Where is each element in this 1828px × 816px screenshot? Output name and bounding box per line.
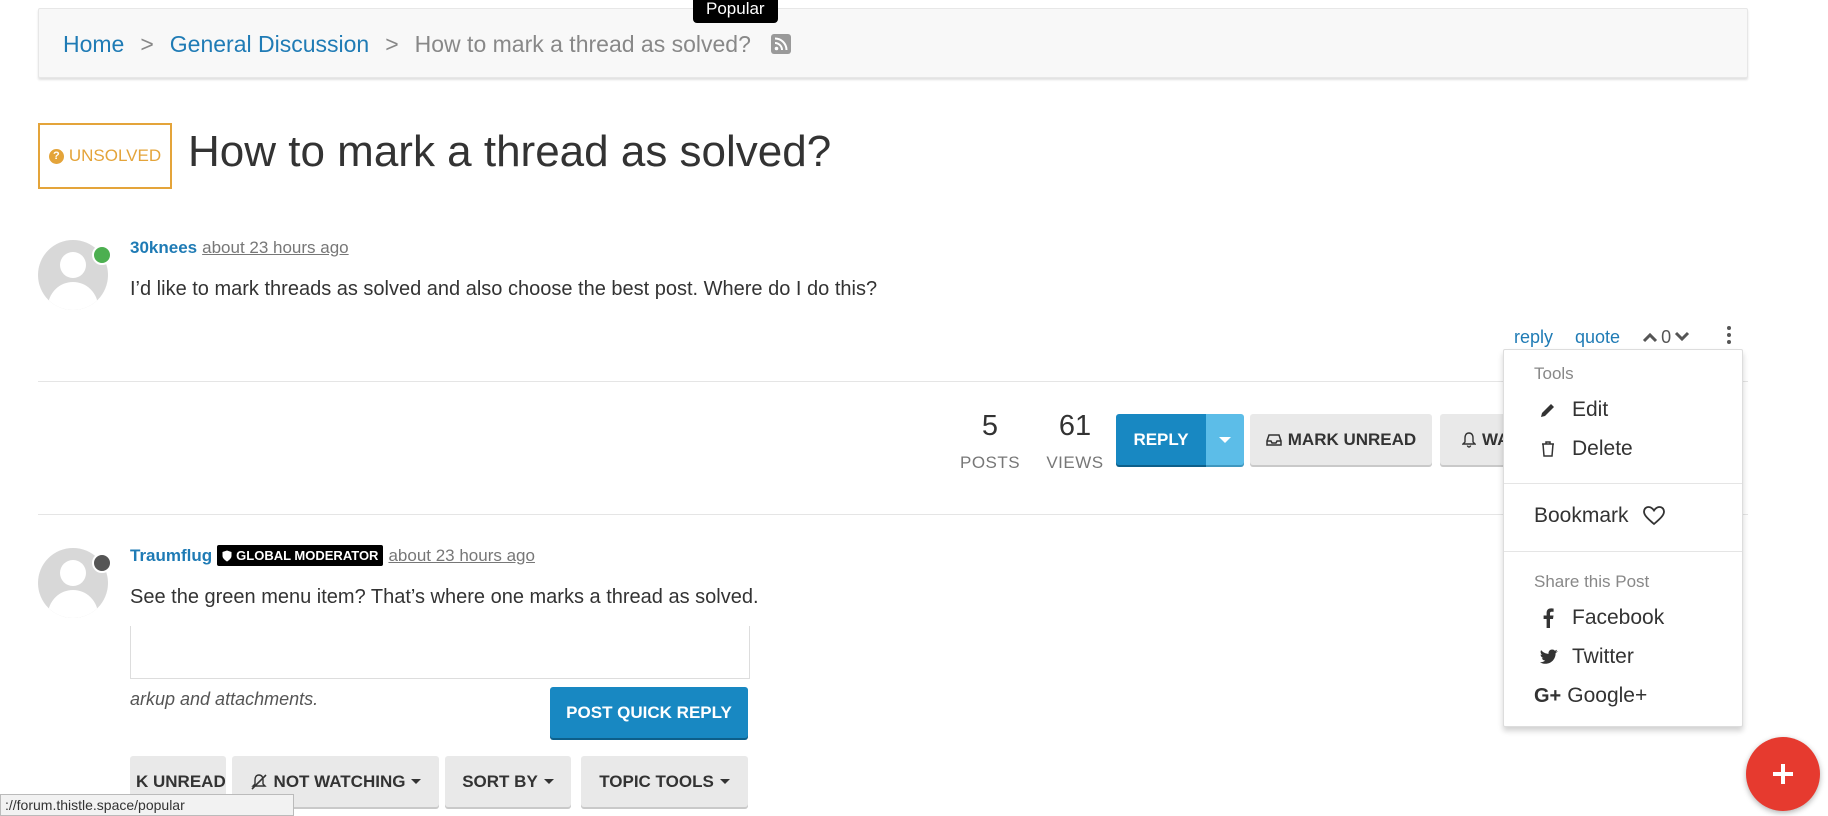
- topic-tools-label: TOPIC TOOLS: [599, 771, 714, 791]
- delete-label: Delete: [1572, 437, 1633, 460]
- global-moderator-badge: GLOBAL MODERATOR: [217, 545, 384, 566]
- tools-header: Tools: [1534, 364, 1574, 383]
- post-timestamp-link[interactable]: about 23 hours ago: [202, 238, 349, 258]
- shield-icon: [222, 550, 232, 561]
- composer-hint-text: arkup and attachments.: [130, 689, 319, 709]
- google-plus-label: Google+: [1567, 684, 1648, 707]
- chevron-down-icon: [411, 779, 422, 784]
- facebook-share-item[interactable]: Facebook: [1538, 606, 1664, 630]
- menu-divider: [1504, 551, 1742, 552]
- breadcrumb-current: How to mark a thread as solved?: [414, 30, 751, 57]
- post-header: Traumflug GLOBAL MODERATOR about 23 hour…: [130, 545, 535, 566]
- online-status-dot: [92, 245, 112, 265]
- popular-tooltip: Popular: [693, 0, 778, 23]
- views-label: VIEWS: [1046, 453, 1104, 472]
- views-stat: 61 VIEWS: [1040, 410, 1110, 473]
- menu-divider: [1504, 483, 1742, 484]
- post-header: 30knees about 23 hours ago: [130, 238, 349, 258]
- sort-by-label: SORT BY: [462, 771, 538, 791]
- downvote-icon[interactable]: [1674, 331, 1690, 343]
- posts-stat: 5 POSTS: [960, 410, 1020, 473]
- divider: [38, 381, 1748, 382]
- post-timestamp-link[interactable]: about 23 hours ago: [388, 546, 535, 566]
- moderator-badge-label: GLOBAL MODERATOR: [236, 548, 379, 563]
- post-content: I’d like to mark threads as solved and a…: [130, 278, 878, 300]
- status-bar-url: ://forum.thistle.space/popular: [0, 794, 294, 816]
- posts-label: POSTS: [960, 453, 1021, 472]
- post-content: See the green menu item? That’s where on…: [130, 586, 759, 608]
- share-header: Share this Post: [1534, 572, 1650, 591]
- breadcrumb: Home > General Discussion > How to mark …: [38, 8, 1748, 78]
- mark-unread-button[interactable]: MARK UNREAD: [1250, 414, 1432, 465]
- bookmark-label: Bookmark: [1534, 504, 1629, 527]
- reply-link[interactable]: reply: [1514, 327, 1553, 348]
- unsolved-label: UNSOLVED: [68, 146, 162, 165]
- breadcrumb-home-link[interactable]: Home: [63, 31, 124, 58]
- reply-options-caret[interactable]: [1206, 414, 1244, 465]
- bookmark-menu-item[interactable]: Bookmark: [1534, 504, 1665, 528]
- heart-icon: [1642, 506, 1665, 526]
- inbox-icon: [1266, 433, 1282, 446]
- google-plus-share-item[interactable]: G+ Google+: [1534, 684, 1647, 708]
- delete-menu-item[interactable]: Delete: [1538, 437, 1633, 461]
- upvote-icon[interactable]: [1642, 331, 1658, 343]
- twitter-label: Twitter: [1572, 645, 1634, 668]
- post-quick-reply-button[interactable]: POST QUICK REPLY: [550, 687, 748, 738]
- mark-unread-label: MARK UNREAD: [1287, 429, 1417, 449]
- bell-slash-icon: [250, 773, 267, 790]
- not-watching-label: NOT WATCHING: [273, 771, 406, 791]
- post-author-link[interactable]: Traumflug: [130, 546, 212, 566]
- topic-tools-button[interactable]: TOPIC TOOLS: [581, 756, 748, 807]
- quote-link[interactable]: quote: [1575, 327, 1620, 348]
- post-menu-dots-icon[interactable]: [1722, 324, 1736, 346]
- bell-icon: [1462, 431, 1476, 448]
- divider: [38, 514, 1748, 515]
- post-actions: reply quote 0: [1514, 325, 1690, 349]
- posts-count: 5: [981, 410, 999, 442]
- pencil-icon: [1541, 404, 1554, 417]
- chevron-down-icon: [543, 779, 554, 784]
- breadcrumb-separator: >: [385, 30, 399, 57]
- away-status-dot: [92, 553, 112, 573]
- mark-unread-label: K UNREAD: [136, 771, 226, 791]
- twitter-share-item[interactable]: Twitter: [1538, 645, 1634, 669]
- new-topic-fab-button[interactable]: [1746, 737, 1820, 811]
- facebook-icon: [1543, 608, 1554, 628]
- google-plus-icon: G+: [1534, 684, 1562, 707]
- twitter-icon: [1539, 649, 1558, 664]
- topic-title: How to mark a thread as solved?: [188, 127, 832, 176]
- quick-reply-textarea[interactable]: [130, 626, 750, 679]
- vote-count: 0: [1661, 326, 1672, 347]
- facebook-label: Facebook: [1572, 606, 1665, 629]
- rss-icon[interactable]: [770, 34, 791, 54]
- edit-label: Edit: [1572, 398, 1609, 421]
- chevron-down-icon: [719, 779, 730, 784]
- question-circle-icon: ?: [48, 148, 64, 164]
- edit-menu-item[interactable]: Edit: [1538, 398, 1608, 422]
- views-count: 61: [1058, 410, 1092, 442]
- breadcrumb-separator: >: [140, 30, 154, 57]
- trash-icon: [1542, 441, 1554, 457]
- unsolved-badge: ? UNSOLVED: [38, 123, 172, 189]
- breadcrumb-category-link[interactable]: General Discussion: [170, 31, 369, 58]
- sort-by-button[interactable]: SORT BY: [445, 756, 571, 807]
- reply-button[interactable]: REPLY: [1116, 414, 1206, 465]
- vote-controls: 0: [1642, 327, 1690, 348]
- post-author-link[interactable]: 30knees: [130, 238, 197, 258]
- post-tools-dropdown: Tools Edit Delete Bookmark Share this Po…: [1503, 349, 1743, 727]
